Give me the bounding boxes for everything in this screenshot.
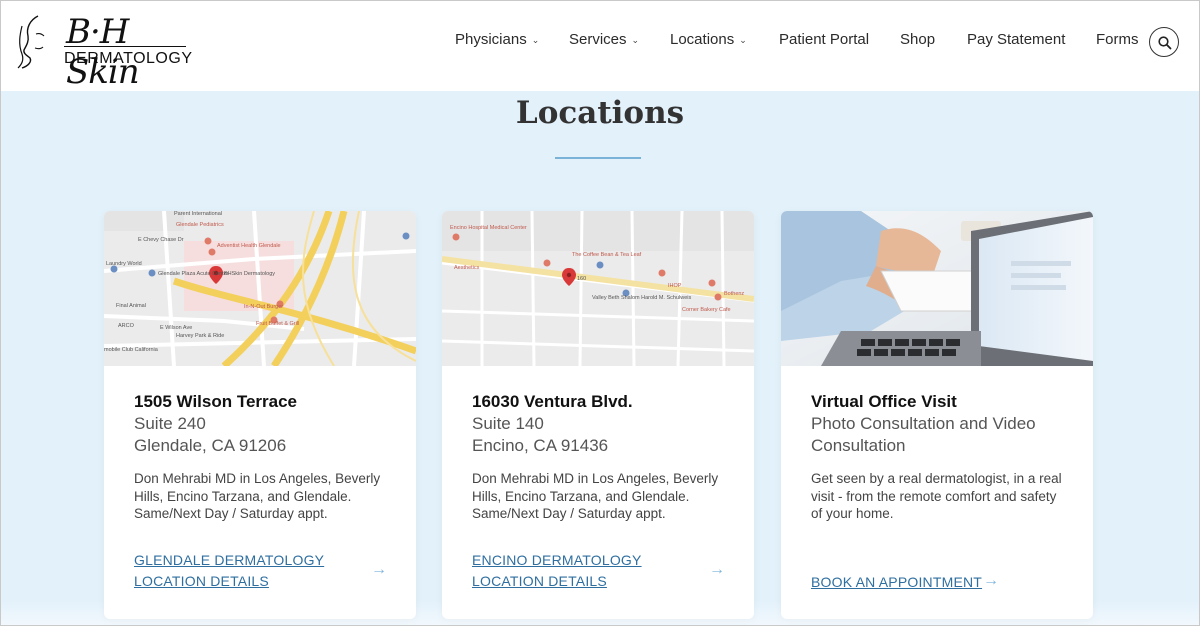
map-label: Corner Bakery Cafe xyxy=(682,307,731,313)
card-body: Virtual Office Visit Photo Consultation … xyxy=(811,391,1067,523)
map-label: The Coffee Bean & Tea Leaf xyxy=(572,252,642,258)
card-heading: 1505 Wilson Terrace xyxy=(134,392,298,411)
encino-map[interactable]: 160 Encino Hospital Medical Center The C… xyxy=(442,211,754,366)
laptop-photo xyxy=(781,211,1093,366)
face-line-art-icon xyxy=(17,15,45,69)
nav-label: Locations xyxy=(670,31,735,48)
map-label: 160 xyxy=(577,276,586,282)
glendale-map[interactable]: BHSkin Dermatology Parent International … xyxy=(104,211,416,366)
logo-wordmark: DERMATOLOGY xyxy=(64,50,193,67)
link-line: GLENDALE DERMATOLOGY xyxy=(134,552,325,568)
map-label: In-N-Out Burger xyxy=(244,304,283,310)
map-label: Encino Hospital Medical Center xyxy=(450,225,527,231)
virtual-visit-card: Virtual Office Visit Photo Consultation … xyxy=(781,211,1093,619)
arrow-right-icon[interactable]: → xyxy=(371,561,387,579)
card-description: Get seen by a real dermatologist, in a r… xyxy=(811,471,1062,521)
map-label: Final Animal xyxy=(116,303,146,309)
logo-rule xyxy=(64,46,186,47)
card-body: 1505 Wilson Terrace Suite 240 Glendale, … xyxy=(134,391,390,523)
card-description: Don Mehrabi MD in Los Angeles, Beverly H… xyxy=(472,471,719,521)
map-label: Parent International xyxy=(174,211,222,217)
card-suite: Suite 140 xyxy=(472,414,544,433)
card-city: Glendale, CA 91206 xyxy=(134,436,287,455)
location-card-encino: 160 Encino Hospital Medical Center The C… xyxy=(442,211,754,619)
nav-patient-portal[interactable]: Patient Portal xyxy=(779,31,869,48)
chevron-down-icon: ⌄ xyxy=(631,35,640,45)
nav-pay-statement[interactable]: Pay Statement xyxy=(967,31,1065,48)
link-line: LOCATION DETAILS xyxy=(134,573,269,589)
search-icon xyxy=(1158,36,1172,50)
nav-label: Shop xyxy=(900,31,936,48)
arrow-right-icon[interactable]: → xyxy=(983,572,999,590)
title-divider xyxy=(555,157,641,159)
map-label: Valley Beth Shalom Harold M. Schulweis xyxy=(592,295,691,301)
nav-shop[interactable]: Shop xyxy=(900,31,935,48)
map-label: Aesthetics xyxy=(454,265,480,271)
map-label: mobile Club California xyxy=(104,347,159,353)
map-label: Glendale Pediatrics xyxy=(176,222,224,228)
card-city: Encino, CA 91436 xyxy=(472,436,609,455)
book-appointment-link[interactable]: BOOK AN APPOINTMENT xyxy=(811,572,982,593)
nav-locations[interactable]: Locations ⌄ xyxy=(670,31,747,48)
nav-label: Physicians xyxy=(455,31,527,48)
nav-physicians[interactable]: Physicians ⌄ xyxy=(455,31,539,48)
arrow-right-icon[interactable]: → xyxy=(709,561,725,579)
section-title: Locations xyxy=(515,95,685,131)
map-label: BHSkin Dermatology xyxy=(224,271,275,277)
link-line: LOCATION DETAILS xyxy=(472,573,607,589)
bottom-fade xyxy=(0,600,1200,626)
chevron-down-icon: ⌄ xyxy=(531,35,540,45)
map-label: E Chevy Chase Dr xyxy=(138,237,184,243)
card-subtitle: Photo Consultation and Video xyxy=(811,414,1036,433)
map-label: Laundry World xyxy=(106,261,142,267)
card-heading: Virtual Office Visit xyxy=(811,392,957,411)
link-line: ENCINO DERMATOLOGY xyxy=(472,552,642,568)
map-label: Glendale Plaza Acute Center xyxy=(158,271,229,277)
site-header: B·H Skin DERMATOLOGY Physicians ⌄ Service… xyxy=(0,0,1200,92)
map-label: Adventist Health Glendale xyxy=(217,243,281,249)
card-heading: 16030 Ventura Blvd. xyxy=(472,392,633,411)
nav-label: Patient Portal xyxy=(779,31,870,48)
card-suite: Suite 240 xyxy=(134,414,206,433)
nav-label: Services xyxy=(569,31,627,48)
glendale-details-link[interactable]: GLENDALE DERMATOLOGY LOCATION DETAILS xyxy=(134,550,324,592)
map-label: Harvey Park & Ride xyxy=(176,333,224,339)
map-label: IHOP xyxy=(668,283,682,289)
link-line: BOOK AN APPOINTMENT xyxy=(811,574,983,590)
chevron-down-icon: ⌄ xyxy=(739,35,747,45)
encino-details-link[interactable]: ENCINO DERMATOLOGY LOCATION DETAILS xyxy=(472,550,642,592)
map-label: Fruit Buffet & Grill xyxy=(256,321,299,327)
nav-services[interactable]: Services ⌄ xyxy=(569,31,639,48)
search-button[interactable] xyxy=(1149,27,1179,57)
card-description: Don Mehrabi MD in Los Angeles, Beverly H… xyxy=(134,471,381,521)
map-label: Bothenz xyxy=(724,291,744,297)
map-label: ARCO xyxy=(118,323,135,329)
logo[interactable]: B·H Skin DERMATOLOGY xyxy=(16,12,196,92)
nav-label: Pay Statement xyxy=(967,31,1066,48)
card-body: 16030 Ventura Blvd. Suite 140 Encino, CA… xyxy=(472,391,728,523)
nav-forms[interactable]: Forms xyxy=(1096,31,1139,48)
nav-label: Forms xyxy=(1096,31,1139,48)
location-card-glendale: BHSkin Dermatology Parent International … xyxy=(104,211,416,619)
map-label: E Wilson Ave xyxy=(160,325,192,331)
card-subtitle: Consultation xyxy=(811,436,906,455)
